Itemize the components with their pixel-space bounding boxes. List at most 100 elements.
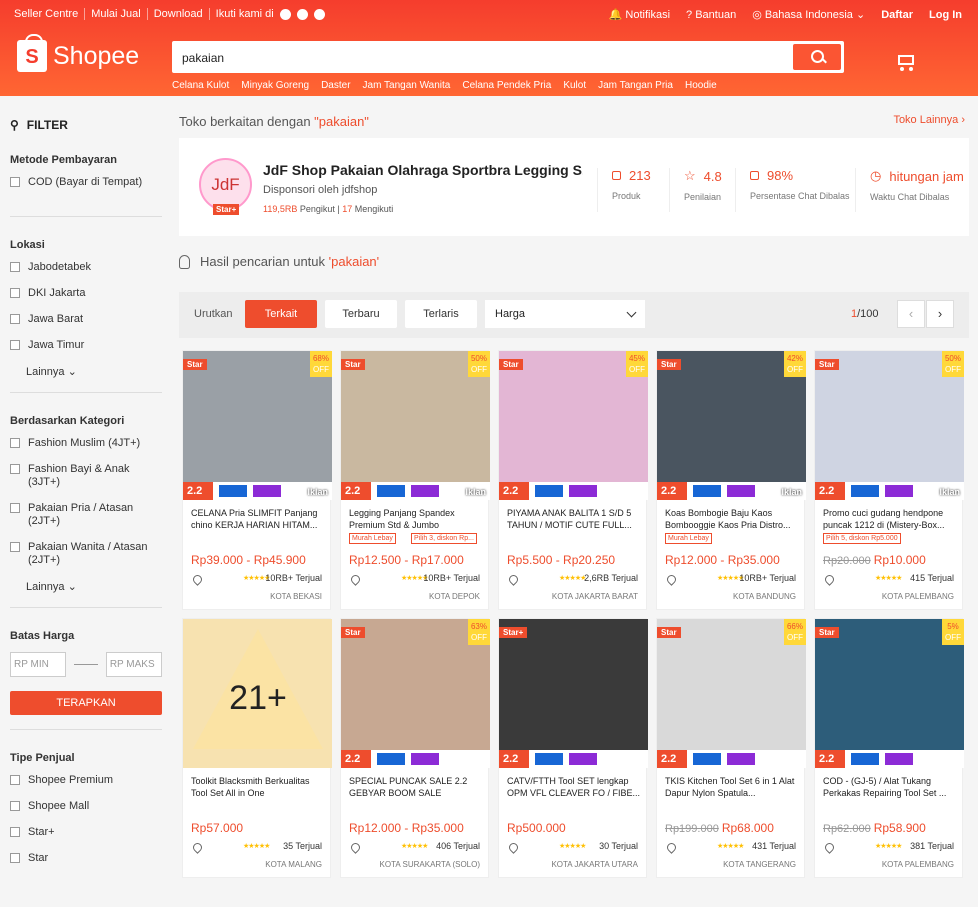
suggestion-link[interactable]: Hoodie: [685, 80, 717, 91]
instagram-icon[interactable]: [296, 8, 308, 20]
prev-page-button[interactable]: ‹: [897, 300, 925, 328]
product-image[interactable]: Star+ 2.2: [499, 619, 648, 768]
heart-icon[interactable]: [823, 573, 836, 586]
product-name[interactable]: Legging Panjang Spandex Premium Std & Ju…: [349, 507, 483, 531]
product-image[interactable]: 21+: [183, 619, 332, 768]
product-image[interactable]: Star 50% OFF 2.2 Iklan: [815, 351, 964, 500]
product-name[interactable]: CELANA Pria SLIMFIT Panjang chino KERJA …: [191, 507, 325, 531]
checkbox-category[interactable]: Fashion Muslim (4JT+): [10, 437, 162, 450]
sort-price-select[interactable]: Harga: [485, 300, 645, 328]
product-card[interactable]: Star 63% OFF 2.2 SPECIAL PUNCAK SALE 2.2 …: [340, 618, 490, 878]
line-icon[interactable]: [313, 8, 325, 20]
sold-count: 431 Terjual: [752, 841, 796, 851]
heart-icon[interactable]: [507, 841, 520, 854]
top-nav: Seller Centre Mulai Jual Download Ikuti …: [0, 0, 978, 28]
product-name[interactable]: Koas Bombogie Baju Kaos Bombooggie Kaos …: [665, 507, 799, 531]
checkbox-seller[interactable]: Shopee Mall: [10, 800, 162, 813]
checkbox-seller[interactable]: Star: [10, 852, 162, 865]
product-card[interactable]: Star 50% OFF 2.2 Iklan Promo cuci gudang h…: [814, 350, 964, 610]
download-link[interactable]: Download: [148, 8, 210, 20]
product-image[interactable]: Star 50% OFF 2.2 Iklan: [341, 351, 490, 500]
sort-relevant[interactable]: Terkait: [245, 300, 317, 328]
product-name[interactable]: TKIS Kitchen Tool Set 6 in 1 Alat Dapur …: [665, 775, 799, 799]
language-selector[interactable]: ◎ Bahasa Indonesia ⌄: [752, 8, 865, 21]
rating-stars: ★★★★★: [559, 843, 586, 850]
search-button[interactable]: [793, 44, 841, 70]
product-name[interactable]: COD - (GJ-5) / Alat Tukang Perkakas Repa…: [823, 775, 957, 799]
checkbox-seller[interactable]: Shopee Premium: [10, 774, 162, 787]
product-name[interactable]: Toolkit Blacksmith Berkualitas Tool Set …: [191, 775, 325, 799]
checkbox-seller[interactable]: Star+: [10, 826, 162, 839]
suggestion-link[interactable]: Jam Tangan Pria: [598, 80, 673, 91]
start-selling-link[interactable]: Mulai Jual: [85, 8, 148, 20]
product-card[interactable]: Star 42% OFF 2.2 Iklan Koas Bombogie Baju …: [656, 350, 806, 610]
category-more[interactable]: Lainnya ⌄: [26, 580, 162, 593]
shop-name[interactable]: JdF Shop Pakaian Olahraga Sportbra Leggi…: [263, 162, 583, 178]
product-card[interactable]: Star+ 2.2 CATV/FTTH Tool SET lengkap OPM…: [498, 618, 648, 878]
location-more[interactable]: Lainnya ⌄: [26, 365, 162, 378]
suggestion-link[interactable]: Celana Pendek Pria: [462, 80, 551, 91]
sort-newest[interactable]: Terbaru: [325, 300, 397, 328]
login-link[interactable]: Log In: [929, 9, 962, 21]
heart-icon[interactable]: [349, 841, 362, 854]
heart-icon[interactable]: [507, 573, 520, 586]
checkbox-location[interactable]: Jawa Barat: [10, 313, 162, 326]
checkbox-cod[interactable]: COD (Bayar di Tempat): [10, 176, 162, 189]
suggestion-link[interactable]: Kulot: [563, 80, 586, 91]
product-card[interactable]: Star 66% OFF 2.2 TKIS Kitchen Tool Set 6 …: [656, 618, 806, 878]
product-image[interactable]: Star 42% OFF 2.2 Iklan: [657, 351, 806, 500]
promo-banner: 2.2: [499, 750, 648, 768]
checkbox-category[interactable]: Pakaian Pria / Atasan (2JT+): [10, 502, 162, 528]
suggestion-link[interactable]: Minyak Goreng: [241, 80, 309, 91]
product-image[interactable]: Star 5% OFF 2.2: [815, 619, 964, 768]
suggestion-link[interactable]: Jam Tangan Wanita: [363, 80, 451, 91]
product-card[interactable]: Star 50% OFF 2.2 Iklan Legging Panjang Spa…: [340, 350, 490, 610]
product-image[interactable]: Star 45% OFF 2.2: [499, 351, 648, 500]
checkbox-location[interactable]: Jawa Timur: [10, 339, 162, 352]
price-filter: Batas Harga RP MIN RP MAKS TERAPKAN: [10, 630, 163, 730]
product-card[interactable]: 21+ Toolkit Blacksmith Berkualitas Tool …: [182, 618, 332, 878]
help-link[interactable]: ? Bantuan: [686, 9, 736, 21]
seller-centre-link[interactable]: Seller Centre: [14, 8, 86, 20]
checkbox-label: Star+: [28, 826, 55, 838]
product-image[interactable]: Star 66% OFF 2.2: [657, 619, 806, 768]
sort-bestselling[interactable]: Terlaris: [405, 300, 477, 328]
heart-icon[interactable]: [191, 841, 204, 854]
heart-icon[interactable]: [349, 573, 362, 586]
facebook-icon[interactable]: [279, 8, 291, 20]
product-image[interactable]: Star 68% OFF 2.2 Iklan: [183, 351, 332, 500]
product-name[interactable]: PIYAMA ANAK BALITA 1 S/D 5 TAHUN / MOTIF…: [507, 507, 641, 531]
product-card[interactable]: Star 5% OFF 2.2 COD - (GJ-5) / Alat Tukan…: [814, 618, 964, 878]
register-link[interactable]: Daftar: [881, 9, 913, 21]
product-card[interactable]: Star 68% OFF 2.2 Iklan CELANA Pria SLIMFIT…: [182, 350, 332, 610]
price-max-input[interactable]: RP MAKS: [105, 652, 163, 677]
search-bar[interactable]: pakaian: [172, 41, 844, 73]
product-card[interactable]: Star 45% OFF 2.2 PIYAMA ANAK BALITA 1 S/D…: [498, 350, 648, 610]
suggestion-link[interactable]: Celana Kulot: [172, 80, 229, 91]
product-name[interactable]: Promo cuci gudang hendpone puncak 1212 d…: [823, 507, 957, 531]
free-shipping-icon: [535, 753, 563, 765]
product-name[interactable]: SPECIAL PUNCAK SALE 2.2 GEBYAR BOOM SALE…: [349, 775, 483, 799]
shop-card[interactable]: JdF Star+ JdF Shop Pakaian Olahraga Spor…: [179, 138, 969, 236]
notification-link[interactable]: 🔔 Notifikasi: [609, 8, 670, 21]
search-input[interactable]: pakaian: [182, 51, 224, 65]
product-name[interactable]: CATV/FTTH Tool SET lengkap OPM VFL CLEAV…: [507, 775, 641, 799]
heart-icon[interactable]: [823, 841, 836, 854]
suggestion-link[interactable]: Daster: [321, 80, 350, 91]
cart-icon[interactable]: [894, 52, 918, 72]
product-location: KOTA JAKARTA BARAT: [551, 592, 638, 601]
checkbox-category[interactable]: Pakaian Wanita / Atasan (2JT+): [10, 541, 162, 567]
heart-icon[interactable]: [665, 573, 678, 586]
heart-icon[interactable]: [665, 841, 678, 854]
checkbox-location[interactable]: DKI Jakarta: [10, 287, 162, 300]
checkbox-location[interactable]: Jabodetabek: [10, 261, 162, 274]
next-page-button[interactable]: ›: [926, 300, 954, 328]
heart-icon[interactable]: [191, 573, 204, 586]
shopee-logo[interactable]: S Shopee: [17, 34, 139, 72]
product-image[interactable]: Star 63% OFF 2.2: [341, 619, 490, 768]
checkbox-category[interactable]: Fashion Bayi & Anak (3JT+): [10, 463, 162, 489]
price-min-input[interactable]: RP MIN: [10, 652, 67, 677]
apply-button[interactable]: TERAPKAN: [10, 691, 162, 715]
star-badge: Star: [183, 359, 207, 370]
other-shops-link[interactable]: Toko Lainnya ›: [893, 114, 965, 126]
